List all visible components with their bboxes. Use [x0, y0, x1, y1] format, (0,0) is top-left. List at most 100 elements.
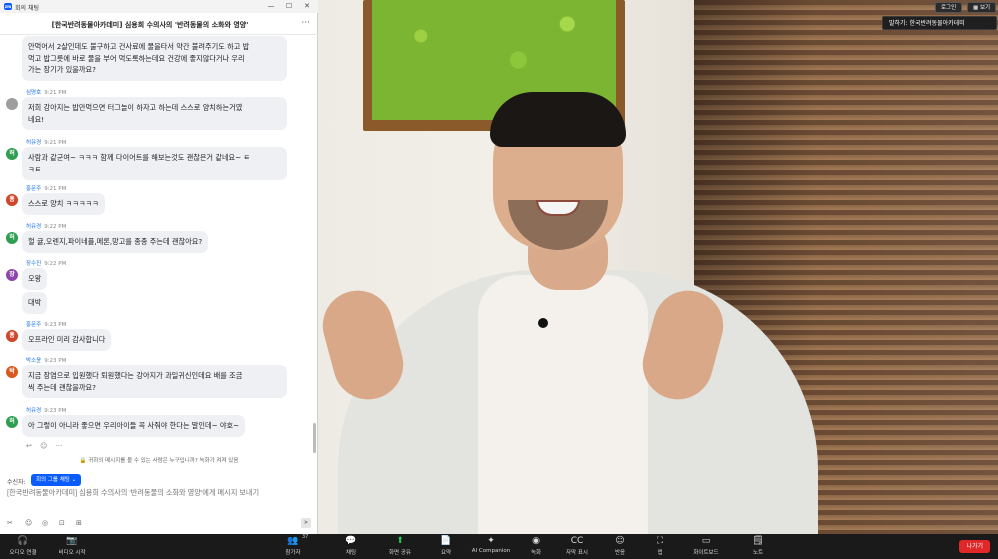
message-time: 9:22 PM: [44, 261, 67, 267]
message-bubble[interactable]: 오왕: [22, 268, 48, 290]
sender-name[interactable]: 장수진: [26, 261, 41, 267]
message-bubble[interactable]: 스스로 양치 ㅋㅋㅋㅋㅋ: [22, 193, 105, 215]
zoom-logo-icon: zm: [4, 3, 12, 10]
window-title: 회의 채팅: [15, 5, 39, 12]
sender-name[interactable]: 허유경: [26, 408, 41, 414]
apps-icon: ⛶: [656, 536, 664, 546]
message-bubble[interactable]: 사람과 같군여~ ㅋㅋㅋ 함께 다이어트를 해보는것도 괜찮은거 같네요~ ㅌ …: [22, 147, 287, 180]
toolbar-record-button[interactable]: ◉ 녹화: [524, 534, 548, 559]
toolbar-share-button[interactable]: ⬆ 화면 공유: [384, 534, 416, 559]
chat-scrollbar[interactable]: [313, 423, 316, 453]
avatar-image-icon: [6, 98, 18, 110]
reply-icon[interactable]: ↩: [26, 442, 32, 450]
view-button[interactable]: ▦ 보기: [967, 2, 997, 13]
avatar: 홍: [6, 194, 18, 206]
more-options-icon[interactable]: ···: [301, 18, 310, 28]
message-list[interactable]: 안먹어서 2살인데도 불구하고 건사료에 물을타서 약간 불려주기도 하고 밥 …: [0, 36, 318, 456]
sender-name[interactable]: 허유경: [26, 140, 41, 146]
login-button[interactable]: 로그인: [935, 2, 963, 13]
closed-captions-icon: CC: [570, 536, 584, 546]
notes-icon: 🗒: [752, 536, 764, 546]
message-bubble[interactable]: 아 그렇이 아니라 좋으면 우리아이들 꼭 사줘야 한다는 말인데~ 야호~: [22, 415, 246, 437]
meeting-chat-panel: zm 회의 채팅 — ☐ ✕ [한국반려동물아카데미] 심용희 수의사의 '반려…: [0, 0, 318, 534]
message-time: 9:23 PM: [44, 322, 67, 328]
toolbar-chat-button[interactable]: 💬 채팅: [338, 534, 364, 559]
message-meta: 허유경 9:21 PM: [26, 138, 66, 146]
file-icon[interactable]: ⊡: [59, 519, 65, 527]
video-camera-icon: 📷: [66, 536, 78, 546]
message-meta: 장수진 9:22 PM: [26, 259, 66, 267]
participant-count-badge: 37: [302, 534, 309, 540]
close-button[interactable]: ✕: [298, 1, 316, 12]
message-meta: 허유경 9:22 PM: [26, 222, 66, 230]
message-bubble[interactable]: 안먹어서 2살인데도 불구하고 건사료에 물을타서 약간 불려주기도 하고 밥 …: [22, 36, 287, 81]
video-speaker-hair: [490, 92, 626, 147]
emoji-icon[interactable]: ☺: [25, 519, 32, 527]
toolbar-audio-button[interactable]: 🎧 오디오 연결: [4, 534, 42, 559]
toolbar-summary-button[interactable]: 📄 요약: [434, 534, 458, 559]
emoji-reaction-icon[interactable]: ☺: [40, 442, 47, 450]
send-button[interactable]: ➤: [301, 518, 311, 528]
message-meta: 홍문주 9:23 PM: [26, 320, 66, 328]
sender-name[interactable]: 박소윤: [26, 358, 41, 364]
ai-sparkle-icon: ✦: [487, 536, 495, 546]
toolbar-captions-button[interactable]: CC 자막 표시: [560, 534, 594, 559]
toolbar-ai-companion-button[interactable]: ✦ AI Companion: [468, 534, 514, 559]
avatar: 허: [6, 148, 18, 160]
minimize-button[interactable]: —: [262, 1, 280, 12]
share-screen-icon: ⬆: [396, 536, 404, 546]
message-time: 9:21 PM: [44, 140, 67, 146]
message-meta: 허유경 9:23 PM: [26, 406, 66, 414]
summary-icon: 📄: [440, 536, 452, 546]
format-icon[interactable]: ⊞: [76, 519, 82, 527]
toolbar-whiteboard-button[interactable]: ▭ 화이트보드: [686, 534, 726, 559]
message-meta: 박소윤 9:23 PM: [26, 356, 66, 364]
recipient-select[interactable]: 회의 그룹 채팅 ⌄: [31, 474, 82, 486]
whiteboard-icon: ▭: [701, 536, 711, 546]
avatar: 허: [6, 416, 18, 428]
avatar: 허: [6, 232, 18, 244]
sender-name[interactable]: 허유경: [26, 224, 41, 230]
toolbar-apps-button[interactable]: ⛶ 앱: [648, 534, 672, 559]
message-meta: 홍문주 9:21 PM: [26, 184, 66, 192]
message-bubble[interactable]: 헐 귤,오렌지,파이네플,메론,망고를 종종 주는데 괜찮아요?: [22, 231, 209, 253]
toolbar-video-button[interactable]: 📷 비디오 시작: [50, 534, 94, 559]
headphones-icon: 🎧: [17, 536, 29, 546]
zoom-meeting-window: zm 회의 채팅 — ☐ ✕ [한국반려동물아카데미] 심용희 수의사의 '반려…: [0, 0, 998, 559]
leave-meeting-button[interactable]: 나가기: [959, 540, 990, 553]
visibility-notice[interactable]: 🔒 귀하의 메시지를 볼 수 있는 사람은 누구입니까? 녹화가 켜져 있음: [0, 456, 318, 467]
sender-name[interactable]: 심명호: [26, 90, 41, 96]
message-time: 9:21 PM: [44, 90, 67, 96]
meeting-toolbar: 🎧 오디오 연결 📷 비디오 시작 👥 참가자 37 💬 채팅 ⬆ 화면 공유 …: [0, 534, 998, 559]
message-bubble[interactable]: 저희 강아지는 밥만먹으면 터그놀이 하자고 하는데 스스로 양치하는거였 네요…: [22, 97, 287, 130]
message-time: 9:22 PM: [44, 224, 67, 230]
avatar: 홍: [6, 330, 18, 342]
chat-header: [한국반려동물아카데미] 심용희 수의사의 '반려동물의 소화와 영양' ···: [0, 13, 318, 35]
lapel-mic-icon: [538, 318, 548, 328]
chat-bubble-icon: 💬: [345, 536, 357, 546]
message-bubble[interactable]: 지금 장염으로 입원했다 퇴원했다는 강아지가 과일귀신인데요 배를 조금 씩 …: [22, 365, 287, 398]
toolbar-notes-button[interactable]: 🗒 노트: [746, 534, 770, 559]
screenshot-icon[interactable]: ✂: [7, 519, 13, 527]
recipient-label: 수신자:: [7, 479, 26, 486]
mention-icon[interactable]: ◎: [42, 519, 48, 527]
message-actions: ↩ ☺ ···: [26, 442, 68, 450]
active-speaker-label: 말하기: 한국반려동물아카데미: [882, 16, 997, 30]
message-meta: 심명호 9:21 PM: [26, 88, 66, 96]
sender-name[interactable]: 홍문주: [26, 322, 41, 328]
message-bubble[interactable]: 대박: [22, 292, 48, 314]
avatar: 박: [6, 366, 18, 378]
speaker-video[interactable]: 로그인 ▦ 보기 말하기: 한국반려동물아카데미: [318, 0, 998, 534]
sender-name[interactable]: 홍문주: [26, 186, 41, 192]
message-time: 9:23 PM: [44, 408, 67, 414]
message-input[interactable]: [7, 488, 311, 497]
message-time: 9:21 PM: [44, 186, 67, 192]
chat-title: [한국반려동물아카데미] 심용희 수의사의 '반려동물의 소화와 영양': [51, 21, 249, 29]
message-bubble[interactable]: 오프라인 미리 감사합니다: [22, 329, 112, 351]
more-actions-icon[interactable]: ···: [56, 442, 63, 450]
toolbar-reactions-button[interactable]: ☺ 반응: [608, 534, 632, 559]
maximize-button[interactable]: ☐: [280, 1, 298, 12]
avatar: 장: [6, 269, 18, 281]
reaction-icon: ☺: [615, 536, 625, 546]
message-time: 9:23 PM: [44, 358, 67, 364]
